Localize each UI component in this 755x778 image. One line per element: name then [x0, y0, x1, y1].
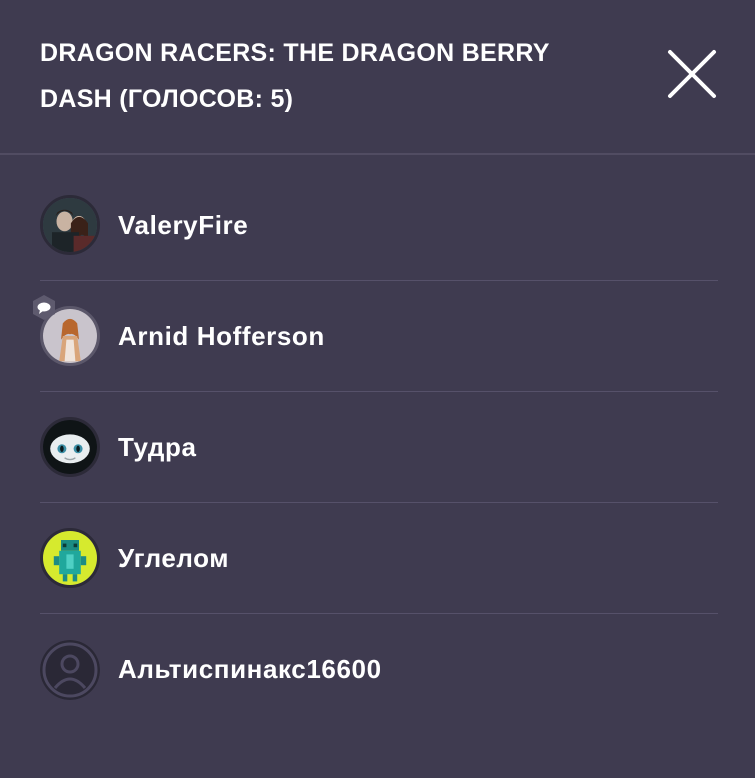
close-button[interactable]	[664, 46, 720, 102]
voter-name[interactable]: Arnid Hofferson	[118, 321, 325, 352]
avatar-container	[40, 195, 100, 255]
avatar-container	[40, 639, 100, 700]
avatar-container	[40, 417, 100, 477]
modal-header: DRAGON RACERS: THE DRAGON BERRY DASH (ГО…	[0, 0, 755, 155]
voter-name[interactable]: Углелом	[118, 543, 229, 574]
voter-row[interactable]: Углелом	[40, 503, 718, 614]
voters-list: ValeryFire Arnid Hofferson Тудра Углелом…	[33, 170, 718, 725]
voter-name[interactable]: Тудра	[118, 432, 197, 463]
avatar-container	[40, 528, 100, 588]
chat-bubble-icon	[33, 295, 55, 320]
modal-title: DRAGON RACERS: THE DRAGON BERRY DASH (ГО…	[40, 39, 550, 113]
close-icon	[668, 50, 716, 98]
voter-name[interactable]: Альтиспинакс16600	[118, 654, 382, 685]
voter-name[interactable]: ValeryFire	[118, 210, 248, 241]
avatar-container	[33, 295, 100, 366]
photo-avatar[interactable]	[40, 195, 100, 255]
dragon-face-avatar[interactable]	[40, 417, 100, 477]
voter-row[interactable]: Arnid Hofferson	[33, 281, 718, 392]
green-dragon-avatar[interactable]	[40, 528, 100, 588]
voter-row[interactable]: ValeryFire	[40, 170, 718, 281]
voter-row[interactable]: Альтиспинакс16600	[40, 614, 718, 725]
voter-row[interactable]: Тудра	[40, 392, 718, 503]
voters-modal: DRAGON RACERS: THE DRAGON BERRY DASH (ГО…	[0, 0, 755, 778]
default-user-avatar[interactable]	[40, 639, 100, 700]
